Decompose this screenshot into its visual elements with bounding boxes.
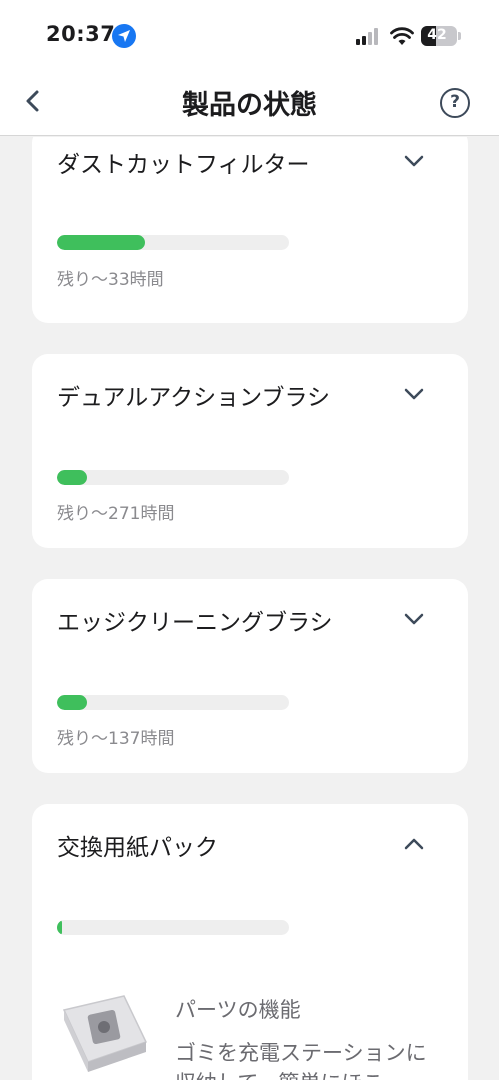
progress-fill bbox=[57, 235, 146, 250]
status-bar: 20:37 42 bbox=[0, 0, 499, 72]
feature-title: パーツの機能 bbox=[175, 998, 301, 1022]
progress-fill bbox=[57, 695, 88, 710]
part-card[interactable]: ダストカットフィルター 残り～33時間 bbox=[32, 137, 468, 323]
remaining-time: 残り～271時間 bbox=[57, 504, 175, 524]
chevron-up-icon[interactable] bbox=[400, 830, 428, 858]
progress-bar bbox=[57, 920, 289, 935]
remaining-time: 残り～137時間 bbox=[57, 729, 175, 749]
wifi-icon bbox=[390, 27, 414, 45]
part-name: エッジクリーニングブラシ bbox=[57, 610, 333, 636]
progress-bar bbox=[57, 235, 289, 250]
remaining-time: 残り～33時間 bbox=[57, 270, 164, 290]
part-name: デュアルアクションブラシ bbox=[57, 385, 331, 411]
nav-header: 製品の状態 ? bbox=[0, 72, 499, 136]
dirt-bag-image bbox=[62, 995, 148, 1072]
help-button[interactable]: ? bbox=[440, 88, 470, 118]
parts-list[interactable]: ダストカットフィルター 残り～33時間 デュアルアクションブラシ 残り～271時… bbox=[0, 137, 499, 1080]
chevron-down-icon[interactable] bbox=[400, 147, 428, 175]
page-title: 製品の状態 bbox=[182, 90, 317, 121]
battery-level: 42 bbox=[427, 27, 447, 43]
progress-fill bbox=[57, 920, 62, 935]
location-arrow-icon bbox=[112, 24, 136, 48]
feature-description: ゴミを充電ステーションに収納して、簡単にほこ bbox=[175, 1041, 427, 1080]
part-card[interactable]: 交換用紙パック パーツの機能 ゴミを充電ステーションに収納して、簡単にほこ bbox=[32, 804, 468, 1080]
part-name: 交換用紙パック bbox=[57, 835, 218, 861]
chevron-down-icon[interactable] bbox=[400, 380, 428, 408]
progress-bar bbox=[57, 470, 289, 485]
chevron-down-icon[interactable] bbox=[400, 605, 428, 633]
progress-fill bbox=[57, 470, 88, 485]
progress-bar bbox=[57, 695, 289, 710]
part-card[interactable]: デュアルアクションブラシ 残り～271時間 bbox=[32, 354, 468, 548]
cellular-signal-icon bbox=[356, 28, 382, 45]
status-time: 20:37 bbox=[46, 22, 116, 46]
battery-cap bbox=[458, 32, 461, 40]
battery-icon: 42 bbox=[421, 26, 457, 46]
part-card[interactable]: エッジクリーニングブラシ 残り～137時間 bbox=[32, 579, 468, 773]
part-name: ダストカットフィルター bbox=[57, 152, 310, 178]
